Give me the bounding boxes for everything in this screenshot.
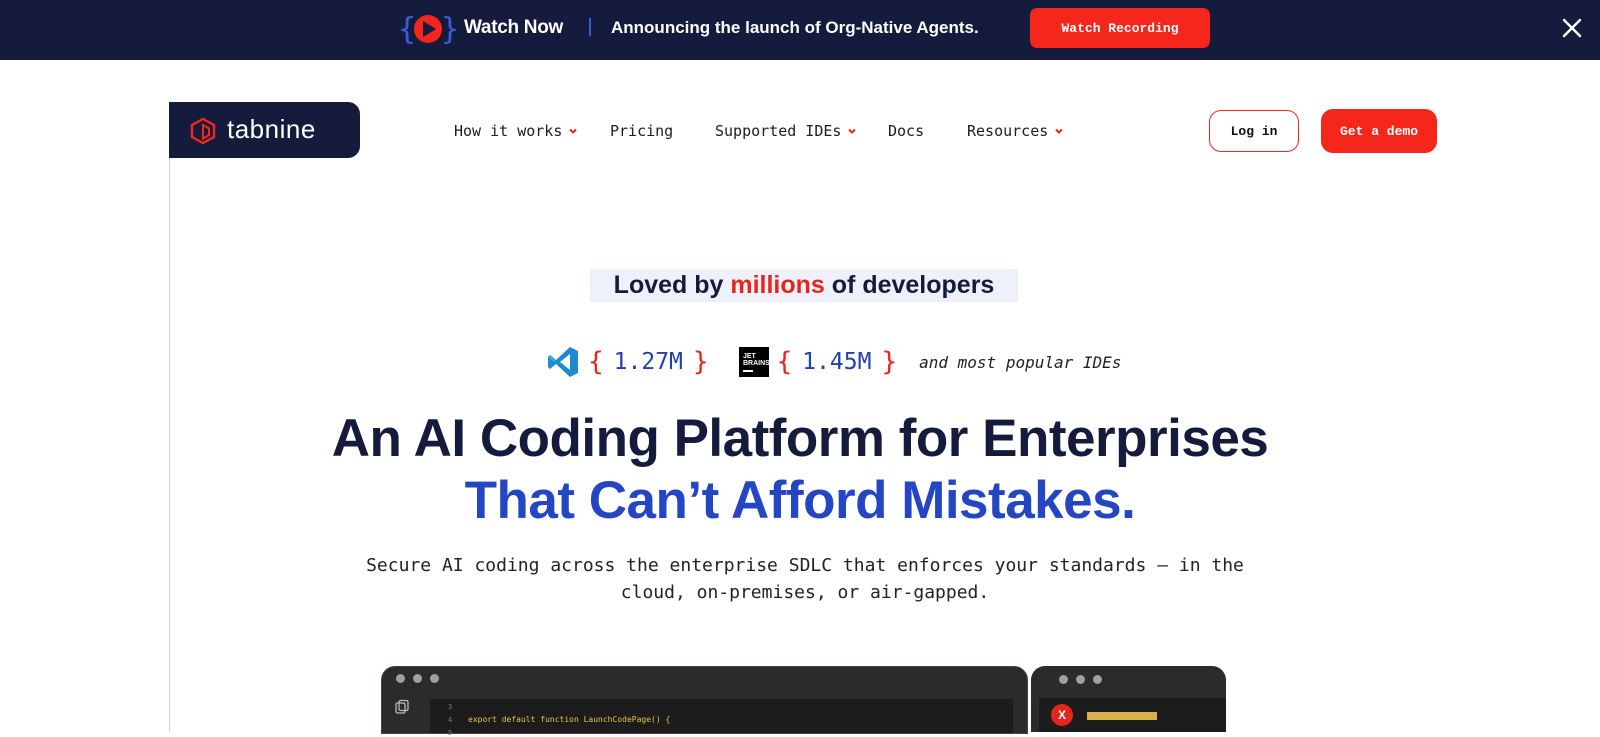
vscode-installs: 1.27M bbox=[613, 349, 683, 375]
window-dot bbox=[1093, 675, 1102, 684]
tabnine-logo[interactable]: tabnine bbox=[169, 102, 360, 158]
brace-close: } bbox=[881, 347, 898, 377]
headline-line-1: An AI Coding Platform for Enterprises bbox=[331, 409, 1269, 468]
copy-icon bbox=[395, 699, 409, 714]
banner-divider bbox=[589, 18, 591, 36]
window-dot bbox=[1076, 675, 1085, 684]
svg-text:{: { bbox=[398, 12, 416, 46]
line-number: 4 bbox=[448, 716, 453, 724]
highlight-bar bbox=[1087, 712, 1157, 720]
nav-label: Supported IDEs bbox=[715, 122, 842, 140]
nav-label: Pricing bbox=[610, 122, 674, 140]
announcement-bar: { } Watch Now Announcing the launch of O… bbox=[0, 0, 1600, 60]
code-line: export default function LaunchCodePage()… bbox=[468, 715, 671, 724]
nav-pricing[interactable]: Pricing bbox=[610, 122, 673, 140]
error-badge: X bbox=[1051, 704, 1073, 726]
panel-area: X bbox=[1039, 698, 1226, 732]
loved-suffix: of developers bbox=[824, 271, 995, 299]
nav-label: Docs bbox=[888, 122, 925, 140]
vscode-icon bbox=[548, 347, 578, 377]
nav-resources[interactable]: Resources bbox=[967, 122, 1064, 140]
brace-open: { bbox=[588, 347, 604, 377]
window-controls bbox=[1059, 675, 1102, 684]
nav-docs[interactable]: Docs bbox=[888, 122, 924, 140]
close-icon[interactable] bbox=[1560, 16, 1584, 40]
code-editor-preview: 3 4 5 export default function LaunchCode… bbox=[381, 666, 1028, 737]
get-demo-button[interactable]: Get a demo bbox=[1321, 109, 1437, 153]
svg-text:JET: JET bbox=[743, 353, 757, 360]
ide-note: and most popular IDEs bbox=[919, 352, 1122, 372]
svg-text:BRAINS: BRAINS bbox=[743, 360, 769, 367]
loved-by-tagline: Loved by millions of developers bbox=[590, 269, 1018, 302]
brace-open: { bbox=[776, 347, 793, 377]
nav-label: How it works bbox=[454, 122, 563, 140]
window-dot bbox=[1059, 675, 1068, 684]
loved-highlight: millions bbox=[730, 271, 825, 299]
watch-recording-button[interactable]: Watch Recording bbox=[1030, 8, 1210, 48]
play-icon: { } bbox=[398, 12, 458, 46]
jetbrains-icon: JET BRAINS bbox=[738, 347, 769, 377]
chevron-down-icon bbox=[569, 128, 578, 134]
hero-subtitle: Secure AI coding across the enterprise S… bbox=[366, 555, 1244, 603]
chevron-down-icon bbox=[848, 128, 857, 134]
loved-prefix: Loved by bbox=[613, 271, 731, 299]
headline-line-2: That Can’t Afford Mistakes. bbox=[464, 471, 1136, 530]
line-number: 5 bbox=[448, 729, 453, 737]
brace-close: } bbox=[692, 347, 709, 377]
ide-stats: { 1.27M } JET BRAINS { 1.45M } and most … bbox=[546, 344, 1121, 380]
announcement-text: Announcing the launch of Org-Native Agen… bbox=[611, 18, 979, 37]
jetbrains-installs: 1.45M bbox=[802, 349, 872, 375]
assistant-panel-preview: X bbox=[1031, 666, 1226, 732]
nav-label: Resources bbox=[967, 122, 1049, 140]
window-dot bbox=[413, 674, 422, 683]
window-controls bbox=[396, 674, 439, 683]
code-area: 3 4 5 export default function LaunchCode… bbox=[430, 699, 1013, 737]
nav-how-it-works[interactable]: How it works bbox=[454, 122, 578, 140]
chevron-down-icon bbox=[1055, 128, 1063, 134]
window-dot bbox=[430, 674, 439, 683]
window-dot bbox=[396, 674, 405, 683]
line-number: 3 bbox=[448, 703, 453, 711]
nav-supported-ides[interactable]: Supported IDEs bbox=[715, 122, 857, 140]
tabnine-hex-icon bbox=[190, 117, 216, 145]
watch-now-link[interactable]: Watch Now bbox=[464, 17, 563, 39]
login-button[interactable]: Log in bbox=[1209, 110, 1299, 152]
logo-text: tabnine bbox=[227, 114, 316, 144]
svg-text:}: } bbox=[441, 12, 458, 46]
